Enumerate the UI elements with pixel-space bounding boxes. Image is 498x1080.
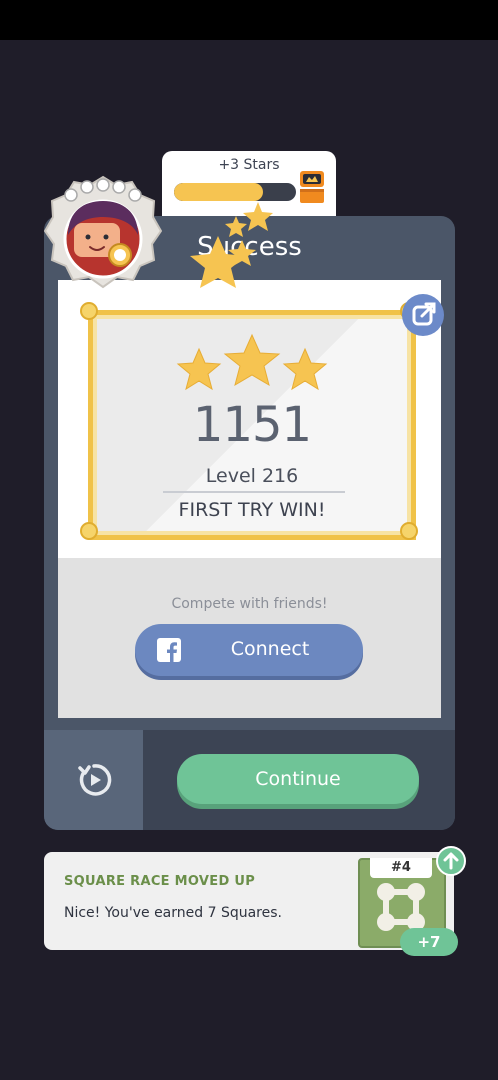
replay-button[interactable] <box>44 730 143 830</box>
frame-corner <box>80 302 98 320</box>
reward-badge: +7 <box>400 928 458 956</box>
star-icon <box>223 333 281 387</box>
action-row: Continue <box>44 730 455 830</box>
score-value: 1151 <box>192 397 312 453</box>
frame-corner <box>400 522 418 540</box>
level-label: Level 216 <box>205 465 299 487</box>
divider <box>163 491 345 493</box>
star-icon <box>282 347 328 391</box>
facebook-icon <box>157 638 181 662</box>
star-icon <box>176 347 222 391</box>
star-burst <box>190 202 273 288</box>
replay-icon <box>78 764 112 796</box>
score-frame: 1151 Level 216 FIRST TRY WIN! <box>88 310 416 540</box>
score-panel: 1151 Level 216 FIRST TRY WIN! <box>58 280 444 558</box>
rank-up-badge <box>436 846 466 876</box>
notification-text: Nice! You've earned 7 Squares. <box>64 905 282 921</box>
facebook-connect-button[interactable]: Connect <box>135 624 363 676</box>
result-label: FIRST TRY WIN! <box>178 499 326 521</box>
share-button[interactable] <box>402 294 444 336</box>
share-icon <box>412 302 436 326</box>
star-icon <box>243 202 273 231</box>
notification-title: SQUARE RACE MOVED UP <box>64 874 256 889</box>
star-icon <box>225 216 247 237</box>
square-race-notification[interactable]: SQUARE RACE MOVED UP Nice! You've earned… <box>44 846 466 956</box>
earned-stars <box>176 333 328 391</box>
continue-button[interactable]: Continue <box>177 754 419 804</box>
friends-panel: Compete with friends! Connect <box>58 558 441 718</box>
compete-prompt: Compete with friends! <box>171 596 328 612</box>
connect-label: Connect <box>230 638 310 660</box>
level-complete-card: Success 1151 Level 216 FIRST TRY WIN! Co… <box>44 216 455 830</box>
chest-icon <box>300 171 324 203</box>
up-arrow-icon <box>443 852 459 870</box>
player-avatar-badge <box>44 175 162 289</box>
status-bar <box>0 0 498 40</box>
frame-corner <box>80 522 98 540</box>
